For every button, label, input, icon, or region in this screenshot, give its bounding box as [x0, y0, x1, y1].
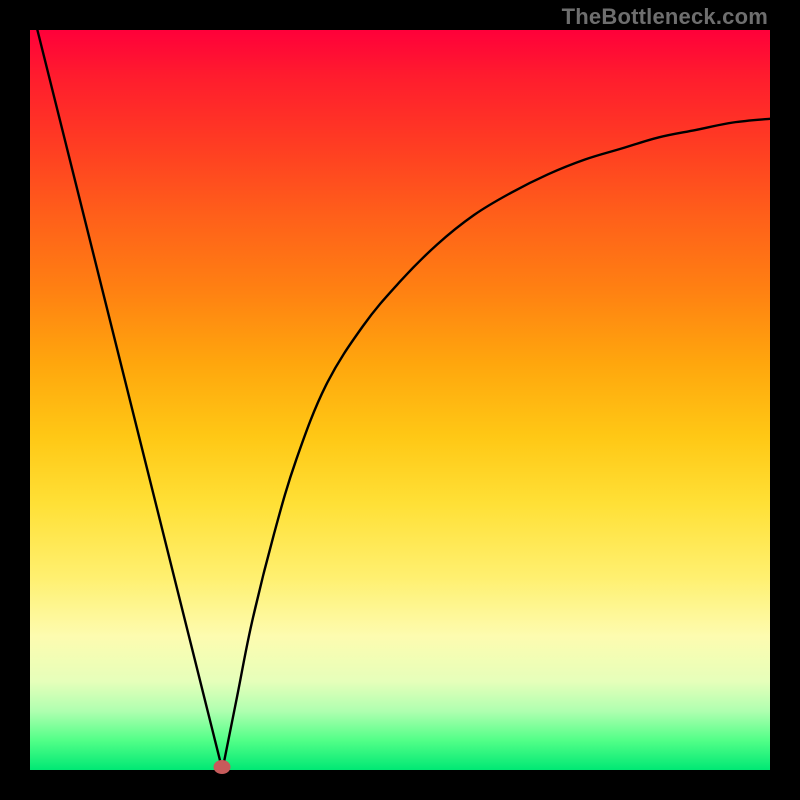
watermark-text: TheBottleneck.com [562, 4, 768, 30]
vertex-marker [214, 760, 231, 774]
curve-right-branch [222, 119, 770, 770]
curve-layer [30, 30, 770, 770]
chart-frame: TheBottleneck.com [0, 0, 800, 800]
curve-left-branch [37, 30, 222, 770]
